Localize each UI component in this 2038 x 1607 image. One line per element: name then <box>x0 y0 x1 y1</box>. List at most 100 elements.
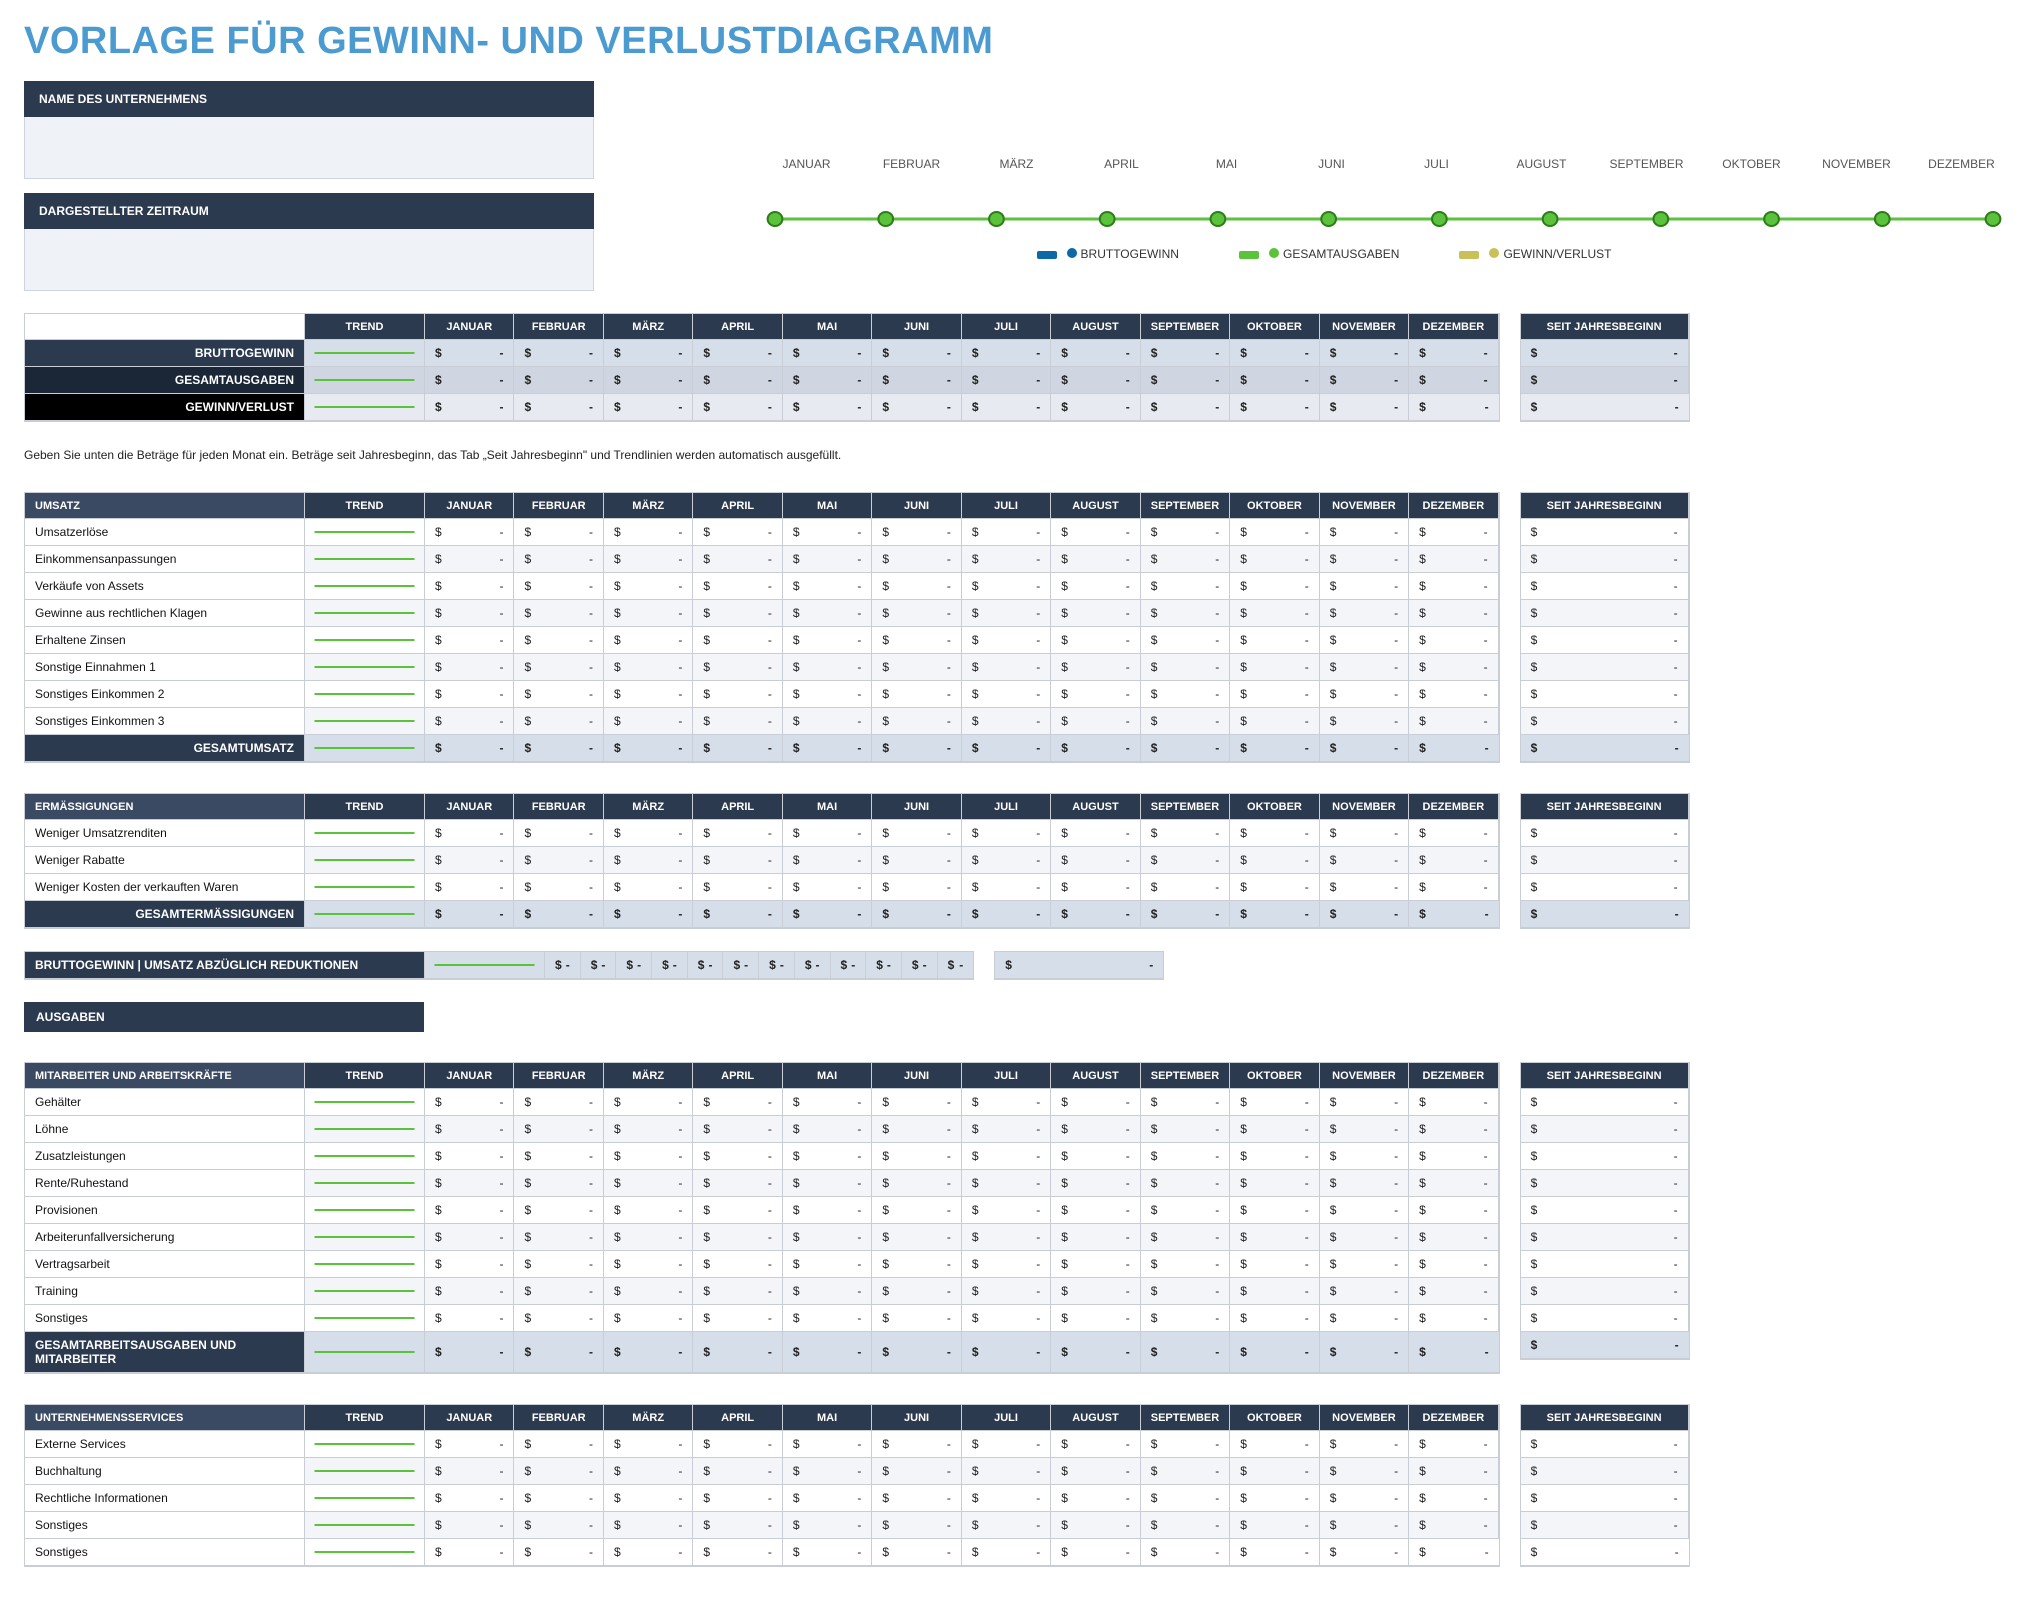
month-value-cell[interactable]: $- <box>1051 394 1140 421</box>
month-value-cell[interactable]: $- <box>962 1116 1051 1143</box>
month-value-cell[interactable]: $- <box>1409 1251 1498 1278</box>
month-value-cell[interactable]: $- <box>962 340 1051 367</box>
month-value-cell[interactable]: $- <box>425 1431 514 1458</box>
month-value-cell[interactable]: $- <box>1051 1251 1140 1278</box>
month-value-cell[interactable]: $- <box>872 573 961 600</box>
month-value-cell[interactable]: $- <box>783 1278 872 1305</box>
month-value-cell[interactable]: $- <box>783 735 872 762</box>
month-value-cell[interactable]: $- <box>1320 394 1409 421</box>
month-value-cell[interactable]: $- <box>1051 1431 1140 1458</box>
month-value-cell[interactable]: $- <box>514 1224 603 1251</box>
month-value-cell[interactable]: $- <box>514 1251 603 1278</box>
month-value-cell[interactable]: $- <box>962 1224 1051 1251</box>
month-value-cell[interactable]: $- <box>604 1305 693 1332</box>
month-value-cell[interactable]: $- <box>1409 1539 1498 1566</box>
month-value-cell[interactable]: $- <box>872 367 961 394</box>
month-value-cell[interactable]: $- <box>872 340 961 367</box>
month-value-cell[interactable]: $- <box>1230 1089 1319 1116</box>
month-value-cell[interactable]: $- <box>962 1305 1051 1332</box>
month-value-cell[interactable]: $- <box>514 367 603 394</box>
month-value-cell[interactable]: $- <box>1051 1485 1140 1512</box>
month-value-cell[interactable]: $- <box>425 874 514 901</box>
month-value-cell[interactable]: $- <box>604 1143 693 1170</box>
month-value-cell[interactable]: $- <box>1230 1512 1319 1539</box>
month-value-cell[interactable]: $- <box>872 708 961 735</box>
month-value-cell[interactable]: $- <box>693 1278 782 1305</box>
month-value-cell[interactable]: $- <box>425 1332 514 1373</box>
month-value-cell[interactable]: $- <box>783 1224 872 1251</box>
month-value-cell[interactable]: $- <box>514 1278 603 1305</box>
month-value-cell[interactable]: $- <box>425 1197 514 1224</box>
month-value-cell[interactable]: $- <box>693 654 782 681</box>
month-value-cell[interactable]: $- <box>425 1143 514 1170</box>
month-value-cell[interactable]: $- <box>1141 1170 1230 1197</box>
month-value-cell[interactable]: $- <box>1141 340 1230 367</box>
month-value-cell[interactable]: $- <box>1051 1512 1140 1539</box>
month-value-cell[interactable]: $- <box>425 1251 514 1278</box>
month-value-cell[interactable]: $- <box>1051 1197 1140 1224</box>
month-value-cell[interactable]: $- <box>866 952 902 979</box>
month-value-cell[interactable]: $- <box>514 874 603 901</box>
month-value-cell[interactable]: $- <box>1409 1089 1498 1116</box>
month-value-cell[interactable]: $- <box>1141 1251 1230 1278</box>
period-input[interactable] <box>24 229 594 291</box>
month-value-cell[interactable]: $- <box>962 901 1051 928</box>
month-value-cell[interactable]: $- <box>514 600 603 627</box>
month-value-cell[interactable]: $- <box>693 820 782 847</box>
month-value-cell[interactable]: $- <box>1409 735 1498 762</box>
month-value-cell[interactable]: $- <box>962 1170 1051 1197</box>
month-value-cell[interactable]: $- <box>1141 1431 1230 1458</box>
month-value-cell[interactable]: $- <box>962 1332 1051 1373</box>
month-value-cell[interactable]: $- <box>723 952 759 979</box>
month-value-cell[interactable]: $- <box>1141 1539 1230 1566</box>
month-value-cell[interactable]: $- <box>693 367 782 394</box>
month-value-cell[interactable]: $- <box>1230 1332 1319 1373</box>
month-value-cell[interactable]: $- <box>425 1224 514 1251</box>
month-value-cell[interactable]: $- <box>962 367 1051 394</box>
month-value-cell[interactable]: $- <box>1320 1431 1409 1458</box>
month-value-cell[interactable]: $- <box>1230 901 1319 928</box>
month-value-cell[interactable]: $- <box>783 627 872 654</box>
month-value-cell[interactable]: $- <box>688 952 724 979</box>
month-value-cell[interactable]: $- <box>1051 735 1140 762</box>
month-value-cell[interactable]: $- <box>1409 1224 1498 1251</box>
month-value-cell[interactable]: $- <box>962 735 1051 762</box>
month-value-cell[interactable]: $- <box>759 952 795 979</box>
month-value-cell[interactable]: $- <box>693 627 782 654</box>
month-value-cell[interactable]: $- <box>425 394 514 421</box>
month-value-cell[interactable]: $- <box>1320 1089 1409 1116</box>
month-value-cell[interactable]: $- <box>425 1089 514 1116</box>
month-value-cell[interactable]: $- <box>514 1512 603 1539</box>
month-value-cell[interactable]: $- <box>1141 367 1230 394</box>
month-value-cell[interactable]: $- <box>783 1143 872 1170</box>
month-value-cell[interactable]: $- <box>514 340 603 367</box>
month-value-cell[interactable]: $- <box>1051 1278 1140 1305</box>
month-value-cell[interactable]: $- <box>1230 1197 1319 1224</box>
month-value-cell[interactable]: $- <box>604 1278 693 1305</box>
month-value-cell[interactable]: $- <box>783 654 872 681</box>
month-value-cell[interactable]: $- <box>425 546 514 573</box>
month-value-cell[interactable]: $- <box>1141 1116 1230 1143</box>
month-value-cell[interactable]: $- <box>1230 573 1319 600</box>
month-value-cell[interactable]: $- <box>872 1170 961 1197</box>
month-value-cell[interactable]: $- <box>872 519 961 546</box>
month-value-cell[interactable]: $- <box>545 952 581 979</box>
month-value-cell[interactable]: $- <box>1320 1197 1409 1224</box>
month-value-cell[interactable]: $- <box>693 394 782 421</box>
month-value-cell[interactable]: $- <box>1141 681 1230 708</box>
month-value-cell[interactable]: $- <box>1230 600 1319 627</box>
month-value-cell[interactable]: $- <box>514 573 603 600</box>
month-value-cell[interactable]: $- <box>514 654 603 681</box>
month-value-cell[interactable]: $- <box>693 708 782 735</box>
month-value-cell[interactable]: $- <box>962 1539 1051 1566</box>
month-value-cell[interactable]: $- <box>693 735 782 762</box>
month-value-cell[interactable]: $- <box>1141 546 1230 573</box>
month-value-cell[interactable]: $- <box>1230 847 1319 874</box>
month-value-cell[interactable]: $- <box>514 627 603 654</box>
month-value-cell[interactable]: $- <box>604 847 693 874</box>
month-value-cell[interactable]: $- <box>514 1305 603 1332</box>
month-value-cell[interactable]: $- <box>962 1143 1051 1170</box>
month-value-cell[interactable]: $- <box>783 519 872 546</box>
month-value-cell[interactable]: $- <box>693 1539 782 1566</box>
month-value-cell[interactable]: $- <box>783 600 872 627</box>
